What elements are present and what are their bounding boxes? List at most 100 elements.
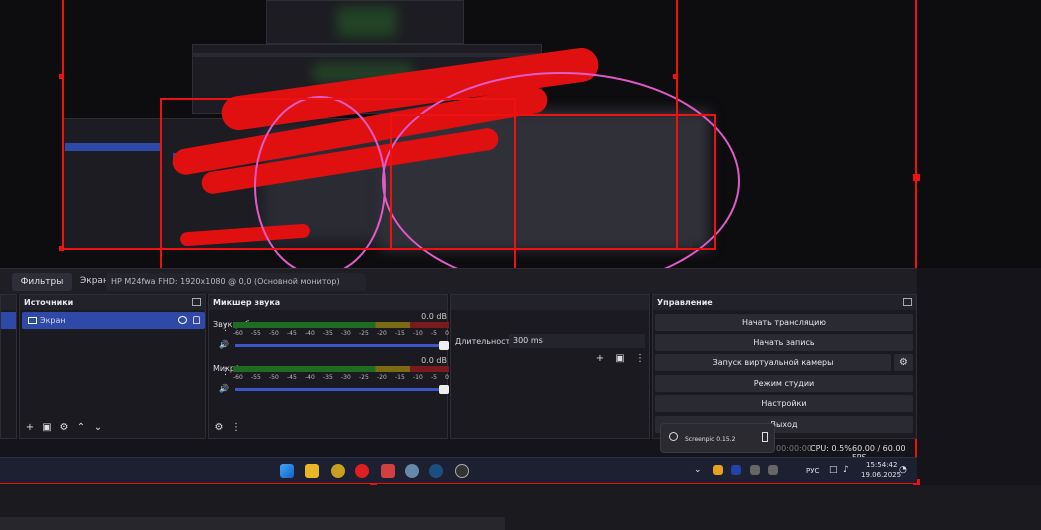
volume-icon[interactable]: ♪ [843,465,849,475]
meter-tick-label: -50 [269,374,279,381]
mixer-toolbar: ⚙ ⋮ [213,422,242,434]
meter-tick-label: -60 [233,330,243,337]
settings-button[interactable]: Настройки [655,395,913,412]
add-icon[interactable]: + [594,353,606,365]
tray-app-icon[interactable] [713,465,723,475]
dock-title: Микшер звука [209,295,447,310]
meter-tick-label: -45 [287,374,297,381]
screenpic-tooltip: Screenpic 0.15.2 [660,423,775,453]
desktop-background [0,485,1041,530]
channel-db: 0.0 dB [421,356,447,365]
meter-tick-label: -40 [305,330,315,337]
start-virtual-camera-button[interactable]: Запуск виртуальной камеры [655,354,891,371]
filters-button[interactable]: Фильтры [12,273,72,291]
windows-start-icon[interactable] [280,464,294,478]
settings-icon[interactable] [405,464,419,478]
channel-menu-icon[interactable]: ⋮ [221,323,230,333]
tray-app-icon[interactable] [768,465,778,475]
menu-icon[interactable]: ⋮ [230,422,242,434]
channel-db: 0.0 dB [421,312,447,321]
meter-tick-label: -55 [251,330,261,337]
add-icon[interactable]: + [24,422,36,434]
mail-icon[interactable] [381,464,395,478]
tooltip-label: Screenpic 0.15.2 [685,436,736,443]
meter-tick-label: -10 [413,330,423,337]
chevron-up-icon[interactable]: ⌃ [75,422,87,434]
tray-chevron-icon[interactable]: ⌄ [694,465,702,475]
tray-app-icon[interactable] [731,465,741,475]
screen-select[interactable]: HP M24fwa FHD: 1920x1080 @ 0,0 (Основной… [106,273,366,291]
volume-slider[interactable] [235,385,449,394]
eye-icon[interactable] [178,316,187,324]
meter-ticks: -60 -55 -50 -45 -40 -35 -30 -25 -20 -15 -10 -5 0 [233,374,449,381]
duration-input[interactable]: 300 ms [509,334,645,348]
slider-knob[interactable] [439,341,449,350]
dock-title: Источники [20,295,205,310]
clock-time[interactable]: 15:54:42 [866,461,897,469]
studio-mode-button[interactable]: Режим студии [655,375,913,392]
gear-icon[interactable]: ⚙ [58,422,70,434]
dock-title: Управление [653,295,916,310]
mixer-channel: Звук раб. стола 0.0 dB ⋮ -60-55-50-45-40… [213,312,449,352]
language-indicator[interactable]: РУС [806,467,819,475]
trash-icon[interactable]: ▣ [41,422,53,434]
meter-tick-label: -55 [251,374,261,381]
speaker-icon[interactable]: 🔊 [219,340,229,349]
clock-date[interactable]: 19.06.2025 [861,471,901,479]
meter-ticks: -60 -55 -50 -45 -40 -35 -30 -25 -20 -15 -10 -5 0 [233,330,449,337]
menu-icon[interactable]: ⋮ [634,353,646,365]
chrome-icon[interactable] [331,464,345,478]
mixer-channel: Микр/доп 0.0 dB ⋮ -60-55-50-45-40-35-30-… [213,356,449,396]
popout-icon[interactable] [903,298,912,306]
resize-handle[interactable] [59,74,64,79]
meter-tick-label: -25 [359,330,369,337]
app-icon [669,432,678,441]
channel-menu-icon[interactable]: ⋮ [221,367,230,377]
meter-tick-label: 0 [445,374,449,381]
resize-handle[interactable] [59,246,64,251]
transitions-dock: Длительность 300 ms + ▣ ⋮ [450,294,650,439]
steam-icon[interactable] [429,464,443,478]
volume-meter [233,322,449,328]
slider-knob[interactable] [439,385,449,394]
obs-icon[interactable] [455,464,469,478]
trash-icon[interactable]: ▣ [614,353,626,365]
start-recording-button[interactable]: Начать запись [655,334,913,351]
record-time: 00:00:00 [776,444,812,453]
source-item[interactable]: Экран [22,312,205,329]
meter-tick-label: -15 [395,374,405,381]
notification-icon[interactable]: ◔ [899,465,907,475]
resize-handle[interactable] [913,174,920,181]
obs-window: Фильтры Экран HP M24fwa FHD: 1920x1080 @… [0,0,1041,530]
speaker-icon[interactable]: 🔊 [219,384,229,393]
meter-tick-label: -30 [341,374,351,381]
gear-icon[interactable]: ⚙ [213,422,225,434]
audio-mixer-dock: Микшер звука Звук раб. стола 0.0 dB ⋮ -6… [208,294,449,439]
screen-label: Экран [80,276,109,286]
meter-tick-label: -5 [431,330,437,337]
meter-tick-label: -20 [377,330,387,337]
context-bar: Фильтры Экран HP M24fwa FHD: 1920x1080 @… [0,268,917,294]
chevron-down-icon[interactable]: ⌄ [92,422,104,434]
dock-title [451,295,649,310]
network-icon[interactable]: □ [829,465,838,475]
meter-tick-label: 0 [445,330,449,337]
resize-handle[interactable] [673,74,678,79]
battery-icon [762,432,768,442]
windows-taskbar: ⌄ РУС □ ♪ 15:54:42 19.06.2025 ◔ [0,457,917,483]
dock-title [1,295,16,310]
sources-toolbar: + ▣ ⚙ ⌃ ⌄ [24,422,104,434]
source-label: Экран [40,316,66,325]
start-streaming-button[interactable]: Начать трансляцию [655,314,913,331]
meter-tick-label: -50 [269,330,279,337]
virtual-camera-settings-icon[interactable]: ⚙ [894,354,913,371]
meter-tick-label: -20 [377,374,387,381]
file-explorer-icon[interactable] [305,464,319,478]
volume-slider[interactable] [235,341,449,350]
lock-icon[interactable] [193,316,200,324]
popout-icon[interactable] [192,298,201,306]
meter-tick-label: -15 [395,330,405,337]
meter-tick-label: -10 [413,374,423,381]
tray-app-icon[interactable] [750,465,760,475]
yandex-browser-icon[interactable] [355,464,369,478]
